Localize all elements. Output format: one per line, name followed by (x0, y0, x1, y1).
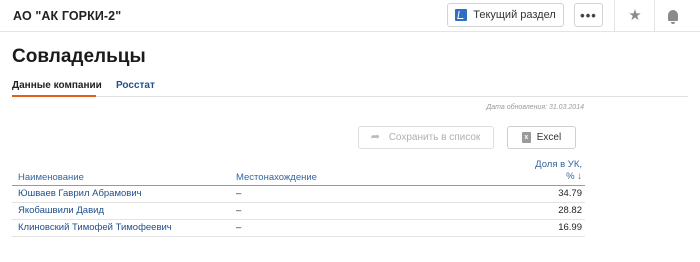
table-row: Юшваев Гаврил Абрамович – 34.79 (12, 185, 585, 203)
tab-company-data[interactable]: Данные компании (12, 80, 102, 97)
owner-share: 16.99 (504, 219, 585, 237)
owner-name-link[interactable]: Клиновский Тимофей Тимофеевич (12, 219, 230, 237)
save-to-list-label: Сохранить в список (388, 132, 481, 143)
bell-icon (668, 9, 678, 24)
update-date: Дата обновления: 31.03.2014 (486, 104, 584, 111)
table-header-row: Наименование Местонахождение Доля в УК, … (12, 157, 585, 186)
tabs: Данные компании Росстат (12, 80, 688, 97)
owner-share: 34.79 (504, 185, 585, 203)
current-section-button[interactable]: Текущий раздел (447, 3, 564, 27)
share-arrow-icon (371, 130, 383, 143)
excel-button[interactable]: x Excel (507, 126, 576, 149)
divider (654, 0, 655, 32)
owner-name-link[interactable]: Юшваев Гаврил Абрамович (12, 185, 230, 203)
column-header-share-line2: % ↓ (566, 170, 582, 182)
bookmark-icon (455, 9, 468, 21)
table-row: Якобашвили Давид – 28.82 (12, 202, 585, 220)
divider (614, 0, 615, 32)
notifications-button[interactable] (663, 5, 683, 25)
owner-location: – (230, 219, 504, 237)
active-tab-indicator (12, 95, 96, 97)
column-header-location[interactable]: Местонахождение (230, 157, 504, 186)
excel-icon: x (521, 132, 531, 143)
save-to-list-button[interactable]: Сохранить в список (358, 126, 494, 149)
column-header-share[interactable]: Доля в УК, % ↓ (504, 157, 585, 186)
tab-company-data-label: Данные компании (12, 80, 102, 91)
owner-location: – (230, 202, 504, 220)
table-row: Клиновский Тимофей Тимофеевич – 16.99 (12, 219, 585, 237)
more-button[interactable]: ••• (574, 3, 603, 27)
company-name: АО "АК ГОРКИ-2" (13, 9, 122, 23)
top-bar: АО "АК ГОРКИ-2" Текущий раздел ••• ★ (0, 0, 700, 32)
column-header-name[interactable]: Наименование (12, 157, 230, 186)
excel-label: Excel (536, 132, 562, 143)
current-section-label: Текущий раздел (473, 9, 556, 21)
owner-share: 28.82 (504, 202, 585, 220)
page-title: Совладельцы (12, 46, 146, 67)
owner-name-link[interactable]: Якобашвили Давид (12, 202, 230, 220)
owner-location: – (230, 185, 504, 203)
star-icon[interactable]: ★ (625, 5, 645, 25)
column-header-share-line1: Доля в УК, (535, 158, 582, 170)
co-owners-table: Наименование Местонахождение Доля в УК, … (12, 157, 585, 237)
tab-rosstat[interactable]: Росстат (116, 80, 155, 91)
